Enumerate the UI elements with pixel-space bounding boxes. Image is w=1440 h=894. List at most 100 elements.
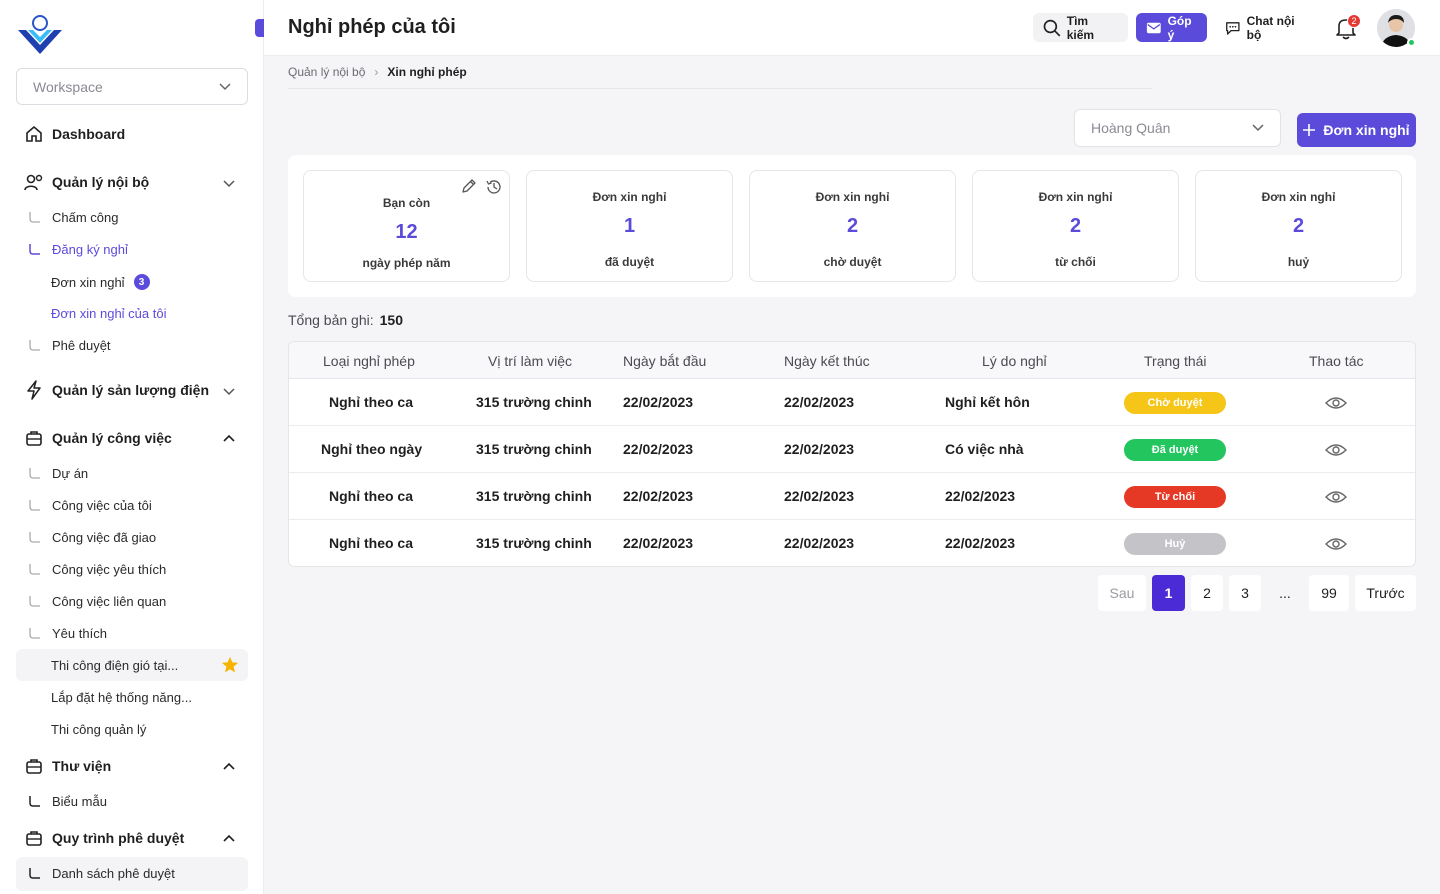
- fav-item[interactable]: Thi công quản lý: [51, 722, 146, 737]
- mail-icon: [1146, 22, 1161, 33]
- pagination-page[interactable]: 99: [1309, 575, 1349, 611]
- stat-card-cancelled[interactable]: Đơn xin nghỉ 2 huỷ: [1195, 170, 1402, 282]
- table-row[interactable]: Nghỉ theo ca 315 trường chinh 22/02/2023…: [289, 520, 1415, 566]
- company-logo[interactable]: [16, 14, 64, 58]
- nav-leave-register-label: Đăng ký nghỉ: [52, 242, 128, 257]
- table-row[interactable]: Nghỉ theo ca 315 trường chinh 22/02/2023…: [289, 379, 1415, 426]
- eye-icon[interactable]: [1325, 486, 1347, 508]
- cell-end: 22/02/2023: [784, 441, 855, 457]
- search-button[interactable]: Tìm kiếm: [1033, 13, 1128, 42]
- stat-bottom-label: chờ duyệt: [823, 255, 882, 269]
- fav-item[interactable]: Lắp đặt hệ thống năng...: [51, 690, 192, 705]
- stat-card-approved[interactable]: Đơn xin nghỉ 1 đã duyệt: [526, 170, 733, 282]
- nav-approval-flow-label: Quy trình phê duyệt: [52, 830, 185, 846]
- pagination-page[interactable]: 2: [1191, 575, 1223, 611]
- status-badge: Chờ duyệt: [1124, 392, 1226, 414]
- chevron-down-icon[interactable]: [222, 384, 236, 398]
- column-header[interactable]: Trạng thái: [1144, 353, 1207, 369]
- cell-type: Nghỉ theo ngày: [321, 441, 423, 457]
- breadcrumb-current: Xin nghỉ phép: [387, 65, 467, 79]
- nav-favorites[interactable]: Yêu thích: [28, 626, 107, 641]
- eye-icon[interactable]: [1325, 392, 1347, 414]
- breadcrumb-parent[interactable]: Quản lý nội bộ: [288, 65, 365, 79]
- cell-type: Nghỉ theo ca: [329, 394, 414, 410]
- nav-assigned-tasks[interactable]: Công việc đã giao: [28, 530, 156, 545]
- nav-dashboard[interactable]: Dashboard: [24, 124, 125, 144]
- cell-location: 315 trường chinh: [476, 441, 592, 457]
- nav-related-tasks[interactable]: Công việc liên quan: [28, 594, 166, 609]
- nav-my-tasks-label: Công việc của tôi: [52, 498, 152, 513]
- nav-leave-requests[interactable]: Đơn xin nghỉ 3: [51, 274, 150, 290]
- column-header[interactable]: Ngày bắt đầu: [623, 353, 706, 369]
- home-icon: [24, 124, 44, 144]
- column-header[interactable]: Loại nghỉ phép: [323, 353, 415, 369]
- branch-icon: [29, 211, 40, 223]
- cell-reason: Nghỉ kết hôn: [945, 394, 1030, 410]
- fav-item[interactable]: Thi công điện gió tại...: [51, 658, 178, 673]
- stat-top-label: Đơn xin nghỉ: [1038, 190, 1113, 204]
- edit-icon[interactable]: [461, 178, 479, 196]
- chevron-up-icon[interactable]: [222, 760, 236, 774]
- briefcase-icon: [24, 428, 44, 448]
- cell-start: 22/02/2023: [623, 488, 694, 504]
- feedback-button[interactable]: Góp ý: [1136, 13, 1207, 42]
- table-row[interactable]: Nghỉ theo ngày 315 trường chinh 22/02/20…: [289, 426, 1415, 473]
- nav-internal[interactable]: Quản lý nội bộ: [24, 172, 149, 192]
- nav-forms[interactable]: Biểu mẫu: [28, 794, 107, 809]
- chevron-up-icon[interactable]: [222, 432, 236, 446]
- history-icon[interactable]: [485, 178, 503, 196]
- nav-related-tasks-label: Công việc liên quan: [52, 594, 167, 609]
- total-records-label: Tổng bản ghi:: [288, 312, 374, 328]
- user-select[interactable]: Hoàng Quân: [1074, 109, 1281, 147]
- stat-card-pending[interactable]: Đơn xin nghỉ 2 chờ duyệt: [749, 170, 956, 282]
- star-icon[interactable]: [221, 656, 239, 674]
- workspace-select[interactable]: Workspace: [16, 68, 248, 105]
- column-header: Thao tác: [1309, 353, 1364, 369]
- stat-value: 1: [623, 215, 636, 237]
- chevron-up-icon[interactable]: [222, 832, 236, 846]
- nav-projects[interactable]: Dự án: [28, 466, 88, 481]
- nav-power-output[interactable]: Quản lý sản lượng điện: [24, 380, 209, 400]
- nav-my-leave-requests[interactable]: Đơn xin nghỉ của tôi: [51, 306, 166, 321]
- stat-card-rejected[interactable]: Đơn xin nghỉ 2 từ chối: [972, 170, 1179, 282]
- nav-leave-requests-label: Đơn xin nghỉ: [51, 274, 125, 290]
- column-header[interactable]: Vị trí làm việc: [488, 353, 572, 369]
- nav-work[interactable]: Quản lý công việc: [24, 428, 172, 448]
- top-header: Nghỉ phép của tôi Tìm kiếm Góp ý Chat nộ…: [264, 0, 1440, 56]
- status-badge: Từ chối: [1124, 486, 1226, 508]
- nav-my-tasks[interactable]: Công việc của tôi: [28, 498, 152, 513]
- nav-timekeeping[interactable]: Chấm công: [28, 210, 118, 225]
- cell-reason: 22/02/2023: [945, 535, 1016, 551]
- eye-icon[interactable]: [1325, 533, 1347, 555]
- nav-approval-list[interactable]: Danh sách phê duyệt: [28, 866, 175, 881]
- add-leave-request-button[interactable]: Đơn xin nghỉ: [1297, 113, 1416, 147]
- column-header[interactable]: Lý do nghỉ: [982, 353, 1047, 369]
- nav-approval[interactable]: Phê duyệt: [28, 338, 111, 353]
- chevron-down-icon[interactable]: [222, 176, 236, 190]
- status-badge: Huỷ: [1124, 533, 1226, 555]
- column-header[interactable]: Ngày kết thúc: [784, 353, 870, 369]
- pagination-next[interactable]: Sau: [1098, 575, 1146, 611]
- nav-fav-tasks[interactable]: Công việc yêu thích: [28, 562, 166, 577]
- search-button-label: Tìm kiếm: [1066, 13, 1095, 42]
- nav-leave-register[interactable]: Đăng ký nghỉ: [28, 242, 128, 257]
- branch-icon: [29, 243, 40, 255]
- chat-button[interactable]: Chat nội bộ: [1215, 13, 1314, 42]
- chat-icon: [1226, 21, 1240, 35]
- pagination-prev[interactable]: Trước: [1355, 575, 1416, 611]
- nav-dashboard-label: Dashboard: [52, 126, 126, 142]
- table-row[interactable]: Nghỉ theo ca 315 trường chinh 22/02/2023…: [289, 473, 1415, 520]
- nav-timekeeping-label: Chấm công: [52, 210, 119, 225]
- nav-approval-flow[interactable]: Quy trình phê duyệt: [24, 828, 184, 848]
- branch-icon: [29, 339, 40, 351]
- pagination-page[interactable]: 1: [1152, 575, 1185, 611]
- users-gear-icon: [24, 172, 44, 192]
- eye-icon[interactable]: [1325, 439, 1347, 461]
- nav-fav-tasks-label: Công việc yêu thích: [52, 562, 167, 577]
- user-select-value: Hoàng Quân: [1091, 120, 1171, 136]
- pagination-page[interactable]: 3: [1229, 575, 1261, 611]
- chevron-right-icon: ›: [374, 65, 379, 79]
- cell-type: Nghỉ theo ca: [329, 535, 414, 551]
- nav-library[interactable]: Thư viện: [24, 756, 111, 776]
- nav-power-output-label: Quản lý sản lượng điện: [52, 382, 210, 398]
